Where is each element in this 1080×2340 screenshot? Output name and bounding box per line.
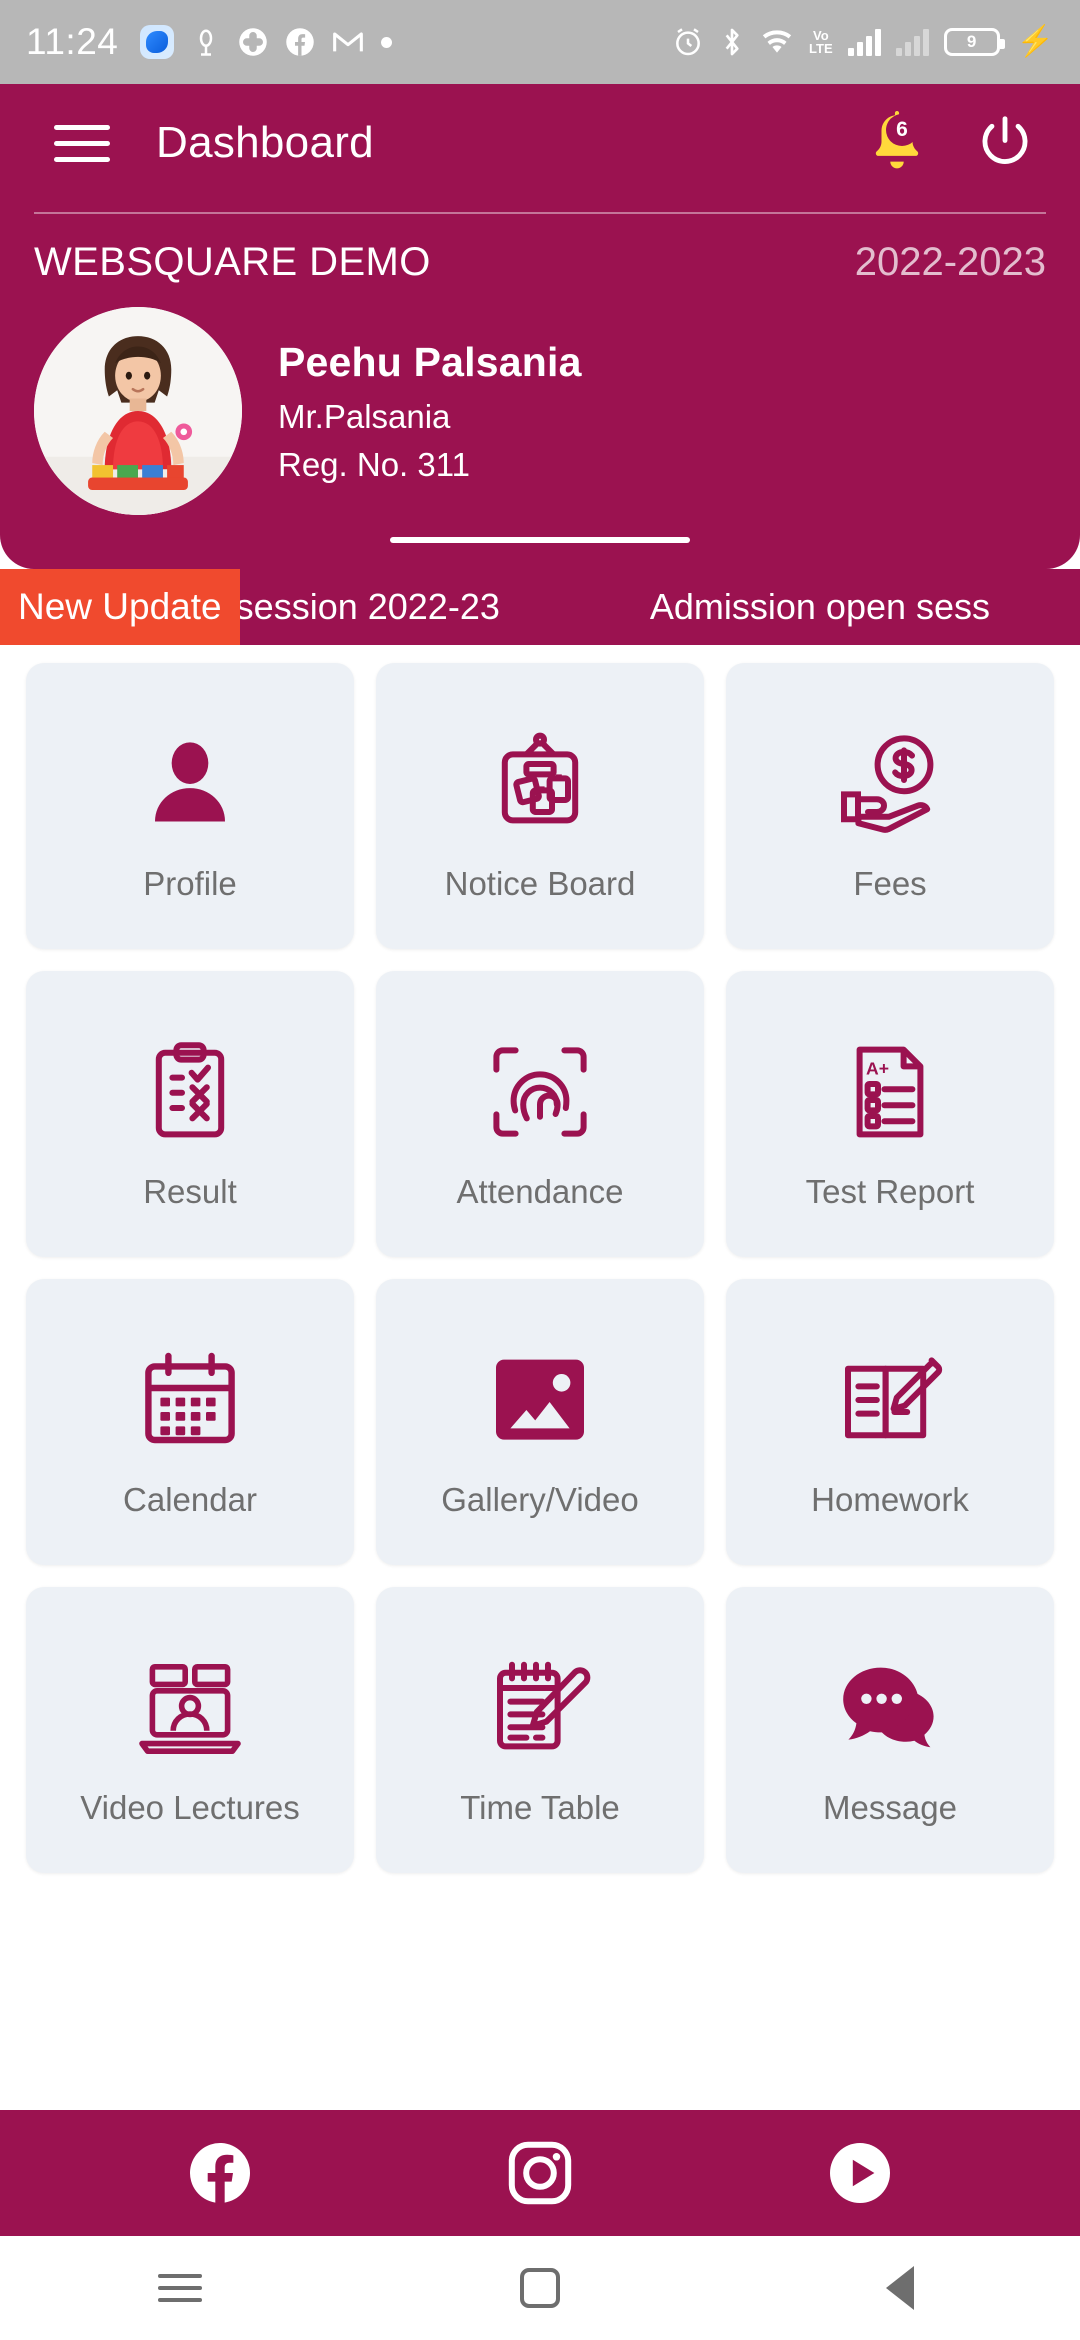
- notification-badge: 6: [886, 114, 918, 146]
- dashboard-header-card: Dashboard 6 WEBSQUARE DEMO 2022-2023 Pee…: [0, 84, 1080, 569]
- tile-label: Profile: [143, 865, 237, 902]
- ticker-message-1: pen session 2022-23: [239, 586, 500, 627]
- tile-label: Time Table: [460, 1789, 620, 1826]
- person-icon: [140, 709, 240, 859]
- avatar: [34, 307, 242, 515]
- student-row: Peehu Palsania Mr.Palsania Reg. No. 311: [0, 285, 1080, 515]
- chat-bubbles-icon: [836, 1633, 944, 1783]
- wifi-icon: [760, 28, 794, 56]
- tile-gallery-video[interactable]: Gallery/Video: [376, 1279, 704, 1565]
- student-photo: [34, 307, 242, 515]
- tile-video-lectures[interactable]: Video Lectures: [26, 1587, 354, 1873]
- power-button[interactable]: [976, 112, 1034, 175]
- home-icon: [520, 2268, 560, 2308]
- recents-button[interactable]: [120, 2274, 240, 2302]
- tile-label: Calendar: [123, 1481, 257, 1518]
- app-bar: Dashboard 6: [0, 84, 1080, 202]
- social-bar: [0, 2110, 1080, 2236]
- app-bar-actions: 6: [866, 108, 1034, 178]
- tile-result[interactable]: Result: [26, 971, 354, 1257]
- bluetooth-icon: [719, 26, 745, 58]
- carousel-indicator-bar: [390, 537, 690, 543]
- tile-time-table[interactable]: Time Table: [376, 1587, 704, 1873]
- power-icon: [982, 115, 1028, 164]
- clover-icon: [238, 27, 268, 57]
- dashboard-grid: Profile Notice Board Fees Result Attenda…: [26, 663, 1054, 1873]
- tile-label: Attendance: [456, 1173, 624, 1210]
- ticker-message-2: Admission open sess: [649, 586, 991, 627]
- youtube-button[interactable]: [824, 2137, 896, 2209]
- tile-label: Video Lectures: [80, 1789, 300, 1826]
- notice-board-icon: [488, 709, 592, 859]
- volte-icon: Vo LTE: [809, 28, 833, 56]
- instagram-button[interactable]: [504, 2137, 576, 2209]
- book-pencil-icon: [836, 1325, 944, 1475]
- tile-label: Gallery/Video: [441, 1481, 639, 1518]
- instagram-icon: [508, 2141, 572, 2205]
- recents-icon: [158, 2274, 202, 2302]
- student-info: Peehu Palsania Mr.Palsania Reg. No. 311: [278, 339, 582, 484]
- parent-name: Mr.Palsania: [278, 397, 451, 435]
- new-update-badge: New Update: [0, 569, 240, 645]
- image-icon: [488, 1325, 592, 1475]
- registration-number: Reg. No. 311: [278, 445, 471, 483]
- tile-test-report[interactable]: A+ Test Report: [726, 971, 1054, 1257]
- facebook-icon: [190, 2143, 250, 2203]
- notepad-pen-icon: [488, 1633, 592, 1783]
- school-row: WEBSQUARE DEMO 2022-2023: [0, 214, 1080, 285]
- checklist-clipboard-icon: [142, 1017, 238, 1167]
- signal-icon: [847, 28, 881, 56]
- tile-fees[interactable]: Fees: [726, 663, 1054, 949]
- tile-calendar[interactable]: Calendar: [26, 1279, 354, 1565]
- fingerprint-icon: [486, 1017, 594, 1167]
- tile-homework[interactable]: Homework: [726, 1279, 1054, 1565]
- carousel-indicator: [0, 537, 1080, 543]
- session-year: 2022-2023: [854, 240, 1046, 284]
- facebook-button[interactable]: [184, 2137, 256, 2209]
- home-button[interactable]: [480, 2268, 600, 2308]
- youtube-play-icon: [830, 2143, 890, 2203]
- hand-coin-icon: [836, 709, 944, 859]
- battery-icon: 9: [943, 28, 1005, 56]
- calendar-icon: [138, 1325, 242, 1475]
- alarm-icon: [672, 26, 704, 58]
- hamburger-menu-icon[interactable]: [54, 124, 110, 162]
- facebook-icon: [285, 27, 315, 57]
- status-bar-system-icons: Vo LTE 9 ⚡: [672, 26, 1054, 58]
- android-nav-bar: [0, 2236, 1080, 2340]
- app-chip-icon: [140, 25, 175, 59]
- student-name: Peehu Palsania: [278, 338, 582, 385]
- signal-secondary-icon: [895, 28, 929, 56]
- laptop-teacher-icon: [134, 1633, 246, 1783]
- tile-label: Test Report: [805, 1173, 975, 1210]
- app-screen: 11:24 Vo LTE 9 ⚡ Dashboard 6 WEBSQUARE D…: [0, 0, 1080, 2340]
- tile-notice-board[interactable]: Notice Board: [376, 663, 704, 949]
- page-title: Dashboard: [156, 118, 374, 167]
- tile-label: Notice Board: [444, 865, 636, 902]
- status-bar: 11:24 Vo LTE 9 ⚡: [0, 0, 1080, 84]
- tile-attendance[interactable]: Attendance: [376, 971, 704, 1257]
- dashboard-grid-area: Profile Notice Board Fees Result Attenda…: [0, 645, 1080, 2110]
- tile-label: Result: [143, 1173, 237, 1210]
- back-button[interactable]: [840, 2266, 960, 2310]
- tile-label: Fees: [853, 865, 927, 902]
- tile-message[interactable]: Message: [726, 1587, 1054, 1873]
- dot-icon: [381, 36, 393, 48]
- status-bar-clock: 11:24: [26, 21, 119, 62]
- tile-label: Message: [823, 1789, 957, 1826]
- tile-label: Homework: [811, 1481, 969, 1518]
- ticker-track[interactable]: pen session 2022-23 Admission open sess: [240, 569, 1080, 645]
- tile-profile[interactable]: Profile: [26, 663, 354, 949]
- school-name: WEBSQUARE DEMO: [34, 240, 431, 284]
- charging-icon: ⚡: [1016, 25, 1054, 58]
- grade-document-icon: A+: [842, 1017, 938, 1167]
- back-icon: [886, 2266, 914, 2310]
- gmail-icon: [332, 29, 364, 55]
- notification-button[interactable]: 6: [866, 108, 928, 178]
- news-ticker: New Update pen session 2022-23 Admission…: [0, 569, 1080, 645]
- svg-text:A+: A+: [866, 1058, 889, 1078]
- podcast-icon: [191, 26, 221, 58]
- status-bar-notification-icons: [140, 25, 393, 59]
- ticker-messages: pen session 2022-23 Admission open sess: [240, 586, 990, 628]
